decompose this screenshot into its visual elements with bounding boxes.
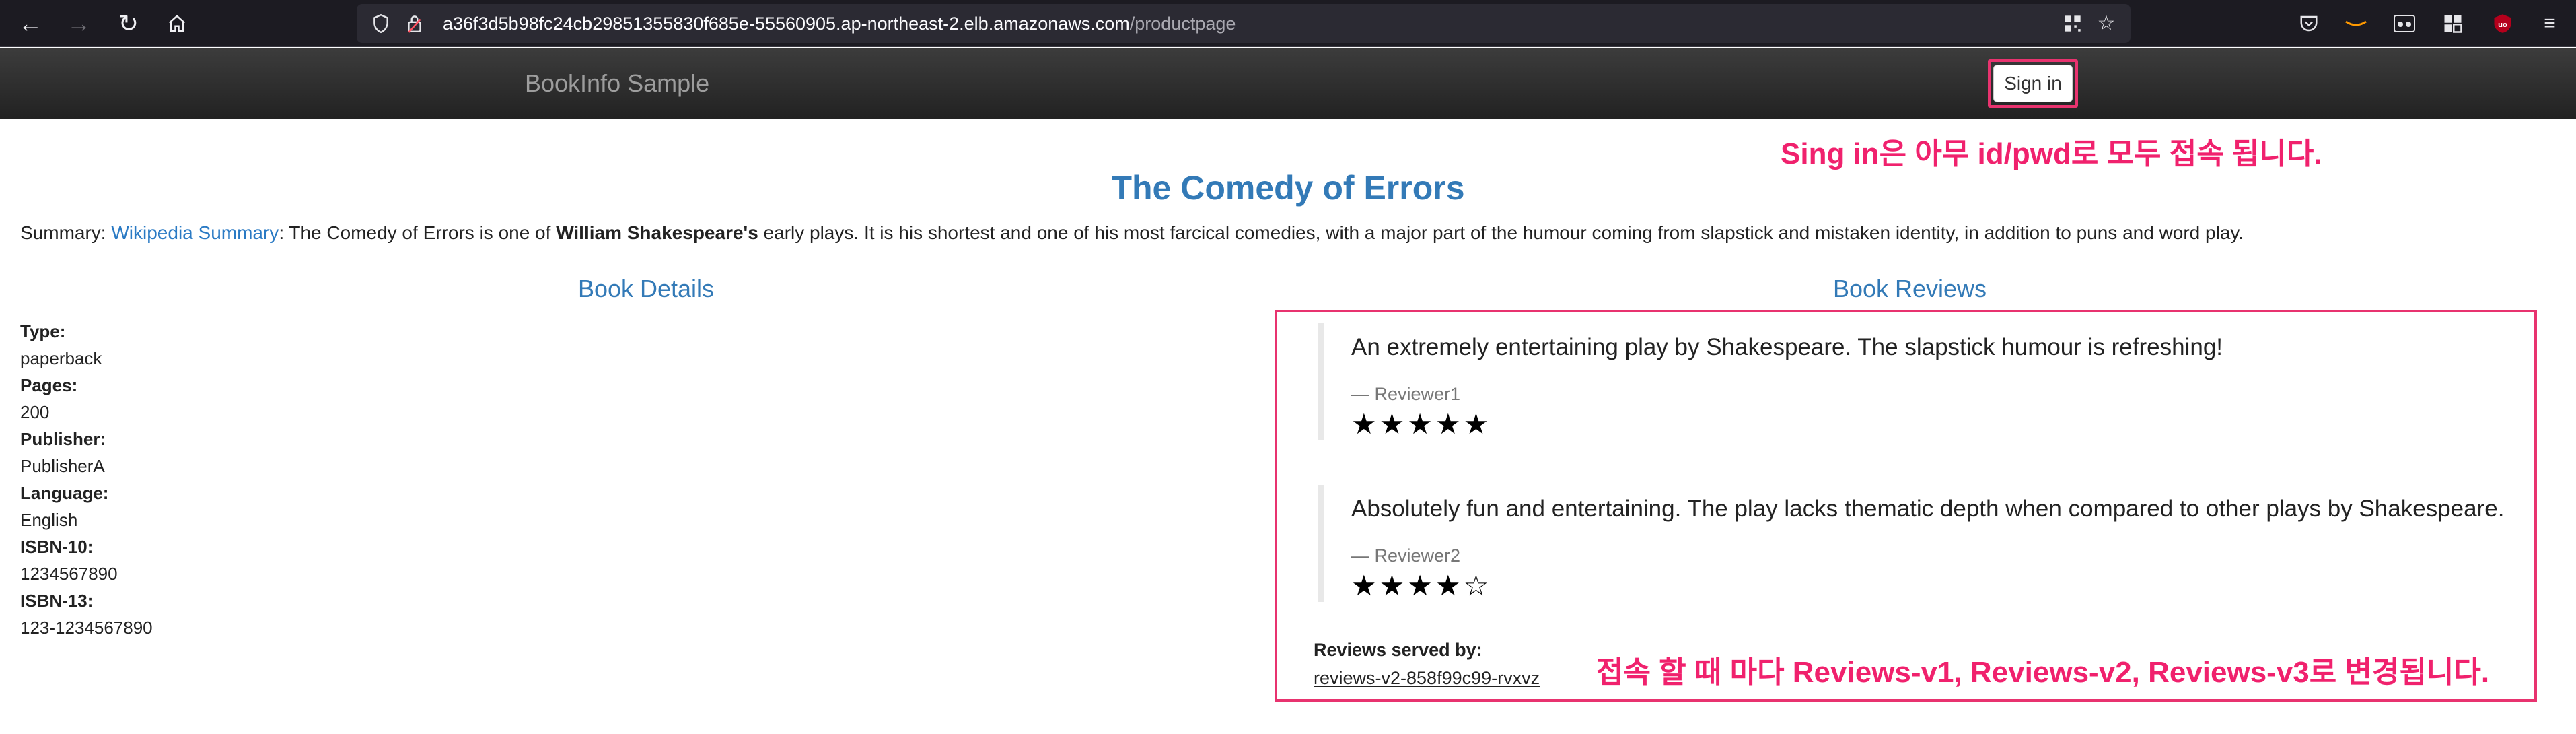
- reviews-served-by-label: Reviews served by:: [1314, 640, 1482, 660]
- forward-icon[interactable]: →: [62, 7, 96, 40]
- url-bar[interactable]: a36f3d5b98fc24cb29851355830f685e-5556090…: [357, 4, 2131, 43]
- qr-icon[interactable]: [2059, 4, 2086, 43]
- lock-icon[interactable]: [401, 4, 428, 43]
- reviews-panel: An extremely entertaining play by Shakes…: [1275, 310, 2537, 702]
- book-summary: Summary: Wikipedia Summary: The Comedy o…: [20, 222, 2244, 244]
- publisher-label: Publisher:: [20, 429, 106, 449]
- language-value: English: [20, 510, 78, 530]
- publisher-value: PublisherA: [20, 456, 105, 476]
- pages-value: 200: [20, 402, 50, 422]
- isbn10-value: 1234567890: [20, 564, 118, 584]
- isbn13-label: ISBN-13:: [20, 591, 94, 611]
- signin-annotation: Sing in은 아무 id/pwd로 모두 접속 됩니다.: [1781, 137, 2322, 170]
- wikipedia-summary-link[interactable]: Wikipedia Summary: [111, 222, 279, 243]
- url-path: /productpage: [1129, 13, 1236, 34]
- type-value: paperback: [20, 348, 102, 368]
- grid-extension-icon[interactable]: [2437, 8, 2468, 39]
- summary-part1: : The Comedy of Errors is one of: [279, 222, 557, 243]
- book-details: Type: paperback Pages: 200 Publisher: Pu…: [20, 318, 153, 641]
- isbn13-value: 123-1234567890: [20, 618, 153, 638]
- review-item: An extremely entertaining play by Shakes…: [1318, 323, 2223, 440]
- star-rating: ★★★★☆: [1351, 570, 1492, 601]
- pocket-icon[interactable]: [2293, 8, 2324, 39]
- language-label: Language:: [20, 483, 109, 503]
- bookmark-star-icon[interactable]: ☆: [2093, 4, 2120, 43]
- app-navbar: BookInfo Sample Sign in: [0, 48, 2576, 119]
- page-title: The Comedy of Errors: [1111, 169, 1465, 207]
- ublock-icon[interactable]: uo: [2487, 8, 2518, 39]
- signin-highlight: Sign in: [1988, 59, 2078, 108]
- url-text[interactable]: a36f3d5b98fc24cb29851355830f685e-5556090…: [443, 4, 1236, 43]
- shield-icon[interactable]: [367, 4, 394, 43]
- review-item: Absolutely fun and entertaining. The pla…: [1318, 485, 2504, 602]
- extension-icon[interactable]: [2389, 8, 2420, 39]
- signin-button[interactable]: Sign in: [1993, 65, 2073, 102]
- reviews-annotation: 접속 할 때 마다 Reviews-v1, Reviews-v2, Review…: [1596, 656, 2490, 689]
- summary-part2: early plays. It is his shortest and one …: [758, 222, 2244, 243]
- summary-prefix: Summary:: [20, 222, 112, 243]
- type-label: Type:: [20, 321, 66, 341]
- book-reviews-heading: Book Reviews: [1832, 275, 1987, 302]
- reviewer-name: — Reviewer2: [1351, 545, 1461, 566]
- review-text: An extremely entertaining play by Shakes…: [1351, 334, 2223, 360]
- reload-icon[interactable]: ↻: [112, 7, 145, 40]
- summary-bold: William Shakespeare's: [556, 222, 758, 243]
- back-icon[interactable]: ←: [13, 7, 47, 40]
- reviews-served-by-value: reviews-v2-858f99c99-rvxvz: [1314, 668, 1540, 688]
- reviewer-name: — Reviewer1: [1351, 384, 1461, 404]
- menu-icon[interactable]: ≡: [2534, 8, 2565, 39]
- url-host: a36f3d5b98fc24cb29851355830f685e-5556090…: [443, 13, 1130, 34]
- browser-toolbar: ← → ↻ a36f3d5b98fc24cb29851355830f685e-5…: [0, 0, 2576, 47]
- book-details-heading: Book Details: [577, 275, 715, 302]
- star-rating: ★★★★★: [1351, 408, 1492, 440]
- amazon-icon[interactable]: [2340, 8, 2371, 39]
- pages-label: Pages:: [20, 375, 78, 395]
- home-icon[interactable]: [160, 7, 194, 40]
- isbn10-label: ISBN-10:: [20, 537, 94, 557]
- brand-link[interactable]: BookInfo Sample: [525, 48, 709, 119]
- review-text: Absolutely fun and entertaining. The pla…: [1351, 496, 2505, 522]
- svg-text:uo: uo: [2498, 21, 2507, 29]
